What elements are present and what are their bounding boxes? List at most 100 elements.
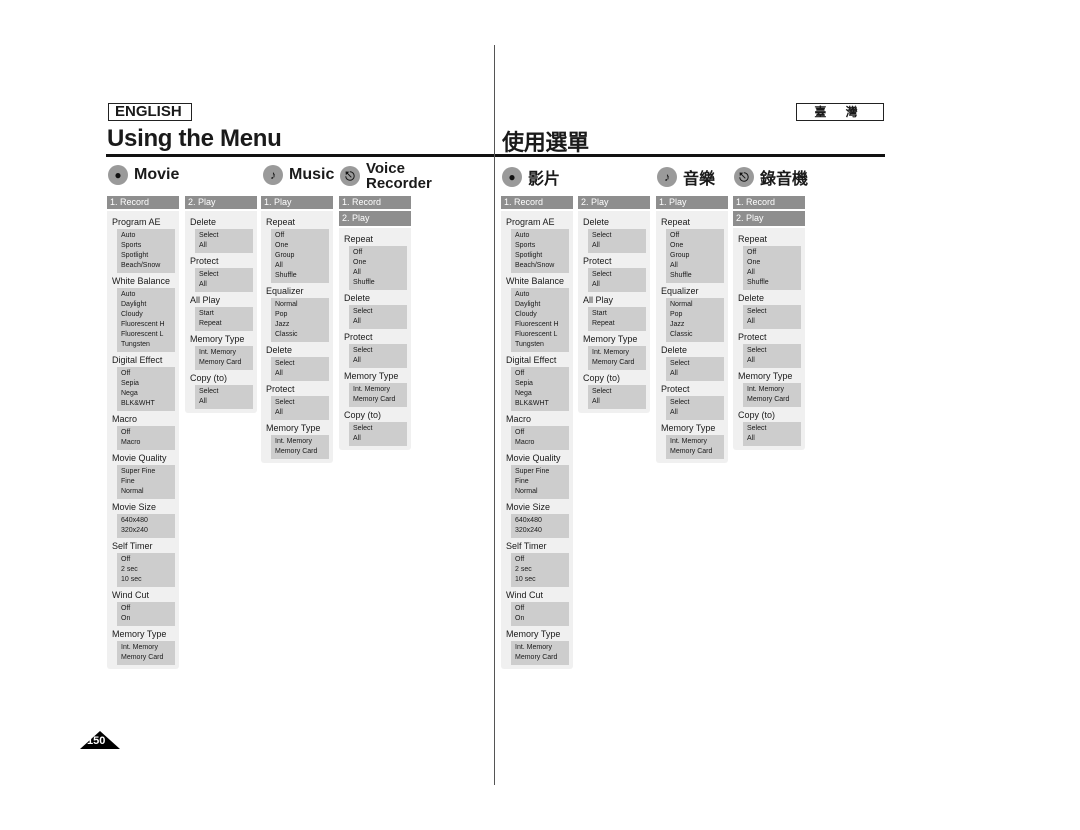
menu-column-music-play: 1. Play Repeat Off One Group All Shuffle Equali… bbox=[261, 196, 333, 463]
menu-item-label: Copy (to) bbox=[583, 373, 621, 383]
menu-option: All bbox=[199, 242, 207, 249]
menu-option: Shuffle bbox=[670, 272, 692, 279]
menu-option: BLK&WHT bbox=[515, 400, 549, 407]
menu-options-box: Start Repeat bbox=[588, 307, 646, 331]
menu-option: Int. Memory bbox=[199, 349, 236, 356]
menu-option: Daylight bbox=[121, 301, 147, 308]
menu-options-box: Select All bbox=[588, 268, 646, 292]
menu-option: On bbox=[121, 615, 131, 622]
menu-options-box: Normal Pop Jazz Classic bbox=[666, 298, 724, 342]
menu-option: 320x240 bbox=[121, 527, 148, 534]
column-header: 1. Record bbox=[107, 196, 179, 209]
menu-options-box: Select All bbox=[195, 229, 253, 253]
menu-item-label: Memory Type bbox=[661, 423, 716, 433]
menu-option: Select bbox=[275, 360, 295, 367]
menu-option: Select bbox=[670, 360, 690, 367]
menu-option: Shuffle bbox=[747, 279, 769, 286]
category-music-zh: ♪ 音樂 bbox=[657, 165, 715, 189]
menu-option: Int. Memory bbox=[592, 349, 629, 356]
menu-option: Off bbox=[121, 370, 131, 377]
menu-option: Select bbox=[199, 232, 219, 239]
menu-item-label: Protect bbox=[266, 384, 295, 394]
menu-option: 640x480 bbox=[515, 517, 542, 524]
menu-option: All bbox=[747, 435, 755, 442]
menu-option: Shuffle bbox=[275, 272, 297, 279]
column-header: 1. Record bbox=[733, 196, 805, 209]
menu-item-label: Delete bbox=[344, 293, 371, 303]
menu-item-label: Delete bbox=[266, 345, 293, 355]
column-header: 1. Record bbox=[501, 196, 573, 209]
menu-option: Cloudy bbox=[515, 311, 537, 318]
menu-option: All bbox=[670, 409, 678, 416]
menu-options-box: Off On bbox=[511, 602, 569, 626]
column-body: Delete Select All Protect Select All All Play S… bbox=[185, 211, 257, 413]
camcorder-icon: ● bbox=[502, 167, 522, 187]
menu-item-label: Protect bbox=[583, 256, 612, 266]
menu-item-label: Memory Type bbox=[344, 371, 399, 381]
menu-option: BLK&WHT bbox=[121, 400, 155, 407]
menu-options-box: Int. Memory Memory Card bbox=[349, 383, 407, 407]
menu-item-label: Movie Quality bbox=[112, 453, 167, 463]
menu-item-label: Repeat bbox=[738, 234, 768, 244]
menu-item-label: Delete bbox=[661, 345, 688, 355]
menu-item-label: Protect bbox=[661, 384, 690, 394]
menu-item-label: Delete bbox=[738, 293, 765, 303]
menu-item-label: Copy (to) bbox=[738, 410, 776, 420]
menu-column-movie-play: 2. Play Delete Select All Protect Select All Al… bbox=[185, 196, 257, 413]
menu-options-box: Select All bbox=[349, 305, 407, 329]
menu-options-box: Select All bbox=[349, 344, 407, 368]
menu-item-label: Delete bbox=[583, 217, 610, 227]
menu-option: Auto bbox=[515, 232, 530, 239]
menu-option: Group bbox=[275, 252, 295, 259]
menu-item-label: Copy (to) bbox=[344, 410, 382, 420]
menu-option: Repeat bbox=[592, 320, 615, 327]
menu-option: Beach/Snow bbox=[121, 262, 161, 269]
menu-option: Nega bbox=[121, 390, 138, 397]
menu-option: Select bbox=[747, 347, 767, 354]
menu-item-label: Repeat bbox=[661, 217, 691, 227]
menu-option: Nega bbox=[515, 390, 532, 397]
menu-option: 320x240 bbox=[515, 527, 542, 534]
menu-column-movie-record-zh: 1. Record Program AE Auto Sports Spotlight Be… bbox=[501, 196, 573, 669]
menu-option: All bbox=[275, 262, 283, 269]
category-movie-zh: ● 影片 bbox=[502, 165, 560, 189]
menu-option: Off bbox=[747, 249, 757, 256]
menu-item-label: Program AE bbox=[112, 217, 161, 227]
menu-option: All bbox=[353, 318, 361, 325]
menu-option: Sports bbox=[121, 242, 142, 249]
menu-option: All bbox=[275, 370, 283, 377]
menu-option: All bbox=[353, 269, 361, 276]
menu-option: All bbox=[353, 435, 361, 442]
category-label: Music bbox=[289, 166, 335, 183]
menu-options-box: Select All bbox=[743, 305, 801, 329]
category-label: Movie bbox=[134, 166, 180, 183]
menu-item-label: Copy (to) bbox=[190, 373, 228, 383]
menu-option: Memory Card bbox=[121, 654, 164, 661]
menu-option: All bbox=[592, 398, 600, 405]
menu-option: Start bbox=[592, 310, 607, 317]
menu-options-box: Super Fine Fine Normal bbox=[117, 465, 175, 499]
menu-option: Select bbox=[592, 271, 612, 278]
menu-option: One bbox=[670, 242, 684, 249]
camcorder-icon: ● bbox=[108, 165, 128, 185]
menu-item-label: Equalizer bbox=[661, 286, 699, 296]
menu-options-box: 640x480 320x240 bbox=[117, 514, 175, 538]
menu-options-box: Auto Daylight Cloudy Fluorescent H Fluoresce… bbox=[117, 288, 175, 352]
menu-options-box: Int. Memory Memory Card bbox=[588, 346, 646, 370]
menu-options-box: Off One Group All Shuffle bbox=[271, 229, 329, 283]
menu-options-box: Auto Daylight Cloudy Fluorescent H Fluoresce… bbox=[511, 288, 569, 352]
column-header: 1. Record bbox=[339, 196, 411, 209]
menu-option: Int. Memory bbox=[670, 438, 707, 445]
menu-option: All bbox=[670, 370, 678, 377]
menu-item-label: Memory Type bbox=[583, 334, 638, 344]
menu-option: Memory Card bbox=[515, 654, 558, 661]
menu-option: Beach/Snow bbox=[515, 262, 555, 269]
menu-item-label: Movie Quality bbox=[506, 453, 561, 463]
column-body: Program AE Auto Sports Spotlight Beach/Snow W… bbox=[107, 211, 179, 669]
menu-options-box: Int. Memory Memory Card bbox=[743, 383, 801, 407]
menu-item-label: Memory Type bbox=[266, 423, 321, 433]
menu-option: Shuffle bbox=[353, 279, 375, 286]
column-body: Repeat Off One All Shuffle Delete Select All Pro… bbox=[733, 228, 805, 450]
microphone-icon: ⎋ bbox=[340, 166, 360, 186]
menu-item-label: All Play bbox=[190, 295, 221, 305]
